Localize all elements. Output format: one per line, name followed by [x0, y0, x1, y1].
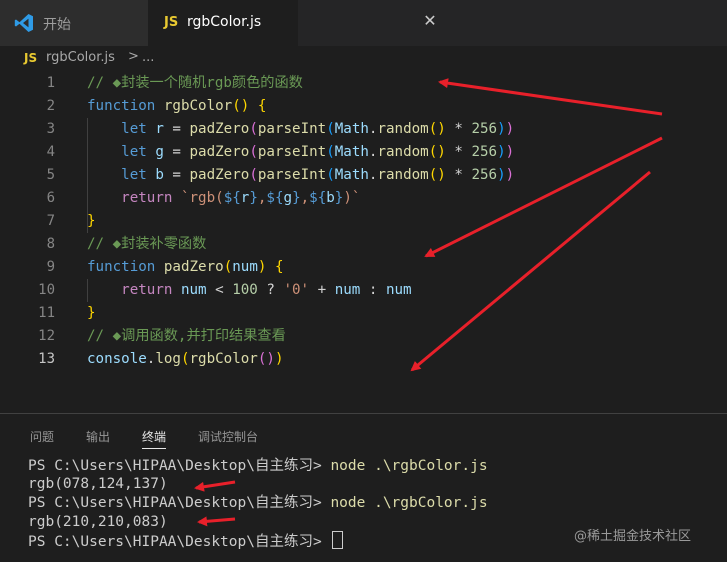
terminal-command: node .\rgbColor.js — [330, 458, 488, 474]
breadcrumb-symbol[interactable]: ... — [142, 50, 154, 65]
code-line-9: function padZero(num) { — [87, 259, 284, 275]
code-editor[interactable]: 1 2 3 4 5 6 7 8 9 10 11 12 13 // ◆封装一个随机rgb颜色的函数 fun… — [0, 72, 727, 404]
line-number: 11 — [38, 305, 55, 321]
tab-bar: 开始 JS rgbColor.js ✕ — [0, 0, 727, 46]
panel-tab[interactable]: 调试控制台 — [198, 428, 258, 445]
line-number: 12 — [38, 328, 55, 344]
panel-tab[interactable]: 输出 — [86, 428, 110, 445]
code-line-5: let b = padZero(parseInt(Math.random() *… — [121, 167, 515, 183]
tab-start[interactable]: 开始 — [0, 0, 148, 46]
line-number: 5 — [46, 167, 55, 183]
code-line-3: let r = padZero(parseInt(Math.random() *… — [121, 121, 515, 137]
terminal-command: node .\rgbColor.js — [330, 495, 488, 511]
tab-file-label: rgbColor.js — [187, 14, 262, 30]
js-file-icon: JS — [164, 15, 179, 30]
panel-tab[interactable]: 问题 — [30, 428, 54, 445]
terminal-line: PS C:\Users\HIPAA\Desktop\自主练习> node .\r… — [28, 493, 488, 513]
line-number: 1 — [46, 75, 55, 91]
terminal-line: PS C:\Users\HIPAA\Desktop\自主练习> — [28, 531, 344, 551]
line-number: 10 — [38, 282, 55, 298]
breadcrumb-file[interactable]: rgbColor.js — [46, 50, 115, 65]
terminal-prompt: PS C:\Users\HIPAA\Desktop\自主练习> — [28, 458, 331, 474]
breadcrumb-separator: > — [128, 49, 139, 64]
line-number: 6 — [46, 190, 55, 206]
code-line-11: } — [87, 305, 96, 321]
code-line-7: } — [87, 213, 96, 229]
panel-tabs: 问题 输出 终端 调试控制台 — [0, 428, 727, 450]
code-line-1: // ◆封装一个随机rgb颜色的函数 — [87, 75, 303, 91]
code-line-8: // ◆封装补零函数 — [87, 236, 207, 252]
line-number: 9 — [46, 259, 55, 275]
tab-start-label: 开始 — [43, 17, 71, 33]
code-line-10: return num < 100 ? '0' + num : num — [121, 282, 412, 298]
code-line-4: let g = padZero(parseInt(Math.random() *… — [121, 144, 515, 160]
panel-tab[interactable]: 终端 — [142, 428, 167, 449]
terminal-output: rgb(078,124,137) — [28, 476, 168, 492]
code-line-6: return `rgb(${r},${g},${b})` — [121, 190, 361, 206]
js-file-icon: JS — [24, 51, 38, 65]
terminal-cursor[interactable] — [332, 531, 344, 549]
vscode-icon — [14, 14, 34, 32]
terminal-line: PS C:\Users\HIPAA\Desktop\自主练习> node .\r… — [28, 456, 488, 476]
breadcrumb: JS rgbColor.js > ... — [0, 46, 727, 72]
code-line-12: // ◆调用函数,并打印结果查看 — [87, 328, 286, 344]
watermark: @稀土掘金技术社区 — [574, 529, 692, 544]
line-number: 7 — [46, 213, 55, 229]
close-icon[interactable]: ✕ — [420, 11, 440, 31]
code-line-2: function rgbColor() { — [87, 98, 267, 114]
line-number: 2 — [46, 98, 55, 114]
code-line-13: console.log(rgbColor()) — [87, 351, 284, 367]
terminal-line: rgb(210,210,083) — [28, 512, 168, 532]
tab-rgbcolor-js[interactable]: JS rgbColor.js ✕ — [148, 0, 437, 46]
line-number: 8 — [46, 236, 55, 252]
terminal-prompt: PS C:\Users\HIPAA\Desktop\自主练习> — [28, 495, 331, 511]
terminal-output: rgb(210,210,083) — [28, 514, 168, 530]
line-number: 3 — [46, 121, 55, 137]
terminal-line: rgb(078,124,137) — [28, 474, 168, 494]
line-number: 13 — [38, 351, 55, 367]
terminal-prompt: PS C:\Users\HIPAA\Desktop\自主练习> — [28, 534, 331, 550]
line-number: 4 — [46, 144, 55, 160]
